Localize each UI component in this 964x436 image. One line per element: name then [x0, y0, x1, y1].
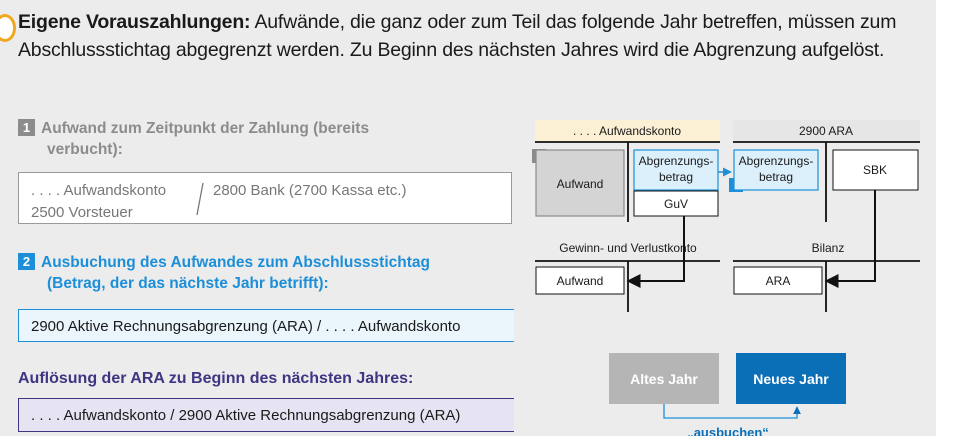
step2-title-line2: (Betrag, der das nächste Jahr betrifft): [47, 275, 329, 292]
step3-entry: . . . . Aufwandskonto / 2900 Aktive Rech… [31, 407, 461, 424]
guv-konto-label: Gewinn- und Verlustkonto [559, 241, 697, 255]
altes-jahr-label: Altes Jahr [630, 371, 698, 387]
sbk-label: SBK [863, 163, 887, 177]
step2-title-line1: Ausbuchung des Aufwandes zum Abschlussst… [41, 254, 430, 271]
intro-paragraph: Eigene Vorauszahlungen: Aufwände, die ga… [18, 8, 898, 64]
step2-heading: 2 Ausbuchung des Aufwandes zum Abschlusss… [18, 252, 508, 294]
abgrenzung-right-line1: Abgrenzungs- [739, 154, 814, 168]
step1-entry-box: . . . . Aufwandskonto 2500 Vorsteuer 280… [18, 172, 512, 224]
aufwand-lower-label: Aufwand [557, 274, 604, 288]
ausbuchen-arrow [663, 404, 801, 419]
step1-title-line2: verbucht): [47, 141, 123, 158]
slash-divider [196, 182, 204, 216]
step1-number: 1 [18, 119, 35, 136]
neues-jahr-label: Neues Jahr [753, 371, 829, 387]
step1-debit-line2: 2500 Vorsteuer [31, 204, 133, 221]
content-panel: Eigene Vorauszahlungen: Aufwände, die ga… [0, 0, 936, 436]
step3-heading: Auflösung der ARA zu Beginn des nächsten… [18, 370, 414, 387]
t-account-diagram: . . . . Aufwandskonto 2900 ARA 1 Aufwand… [532, 120, 920, 436]
step1-title-line1: Aufwand zum Zeitpunkt der Zahlung (berei… [41, 120, 370, 137]
ausbuchen-label: „ausbuchen“ [687, 425, 769, 436]
aufwand-label: Aufwand [557, 177, 604, 191]
abgrenzung-right-line2: betrag [759, 170, 793, 184]
abgrenzung-left-line1: Abgrenzungs- [639, 154, 714, 168]
aufwandskonto-label: . . . . Aufwandskonto [573, 124, 681, 138]
sbk-to-ara-arrow [824, 190, 876, 288]
bullet-icon [0, 14, 16, 42]
step1-credit: 2800 Bank (2700 Kassa etc.) [213, 182, 407, 199]
step1-debit-line1: . . . . Aufwandskonto [31, 182, 167, 199]
intro-title: Eigene Vorauszahlungen: [18, 11, 251, 33]
ara-lower-label: ARA [766, 274, 791, 288]
step2-number: 2 [18, 253, 35, 270]
step2-entry-box: 2900 Aktive Rechnungsabgrenzung (ARA) / … [18, 309, 514, 342]
abgrenzung-left-line2: betrag [659, 170, 693, 184]
step3-entry-box: . . . . Aufwandskonto / 2900 Aktive Rech… [18, 398, 514, 432]
guv-label: GuV [664, 197, 688, 211]
ara-account-label: 2900 ARA [799, 124, 853, 138]
step2-entry: 2900 Aktive Rechnungsabgrenzung (ARA) / … [31, 318, 461, 335]
bilanz-label: Bilanz [812, 241, 845, 255]
step1-heading: 1 Aufwand zum Zeitpunkt der Zahlung (bere… [18, 118, 448, 160]
